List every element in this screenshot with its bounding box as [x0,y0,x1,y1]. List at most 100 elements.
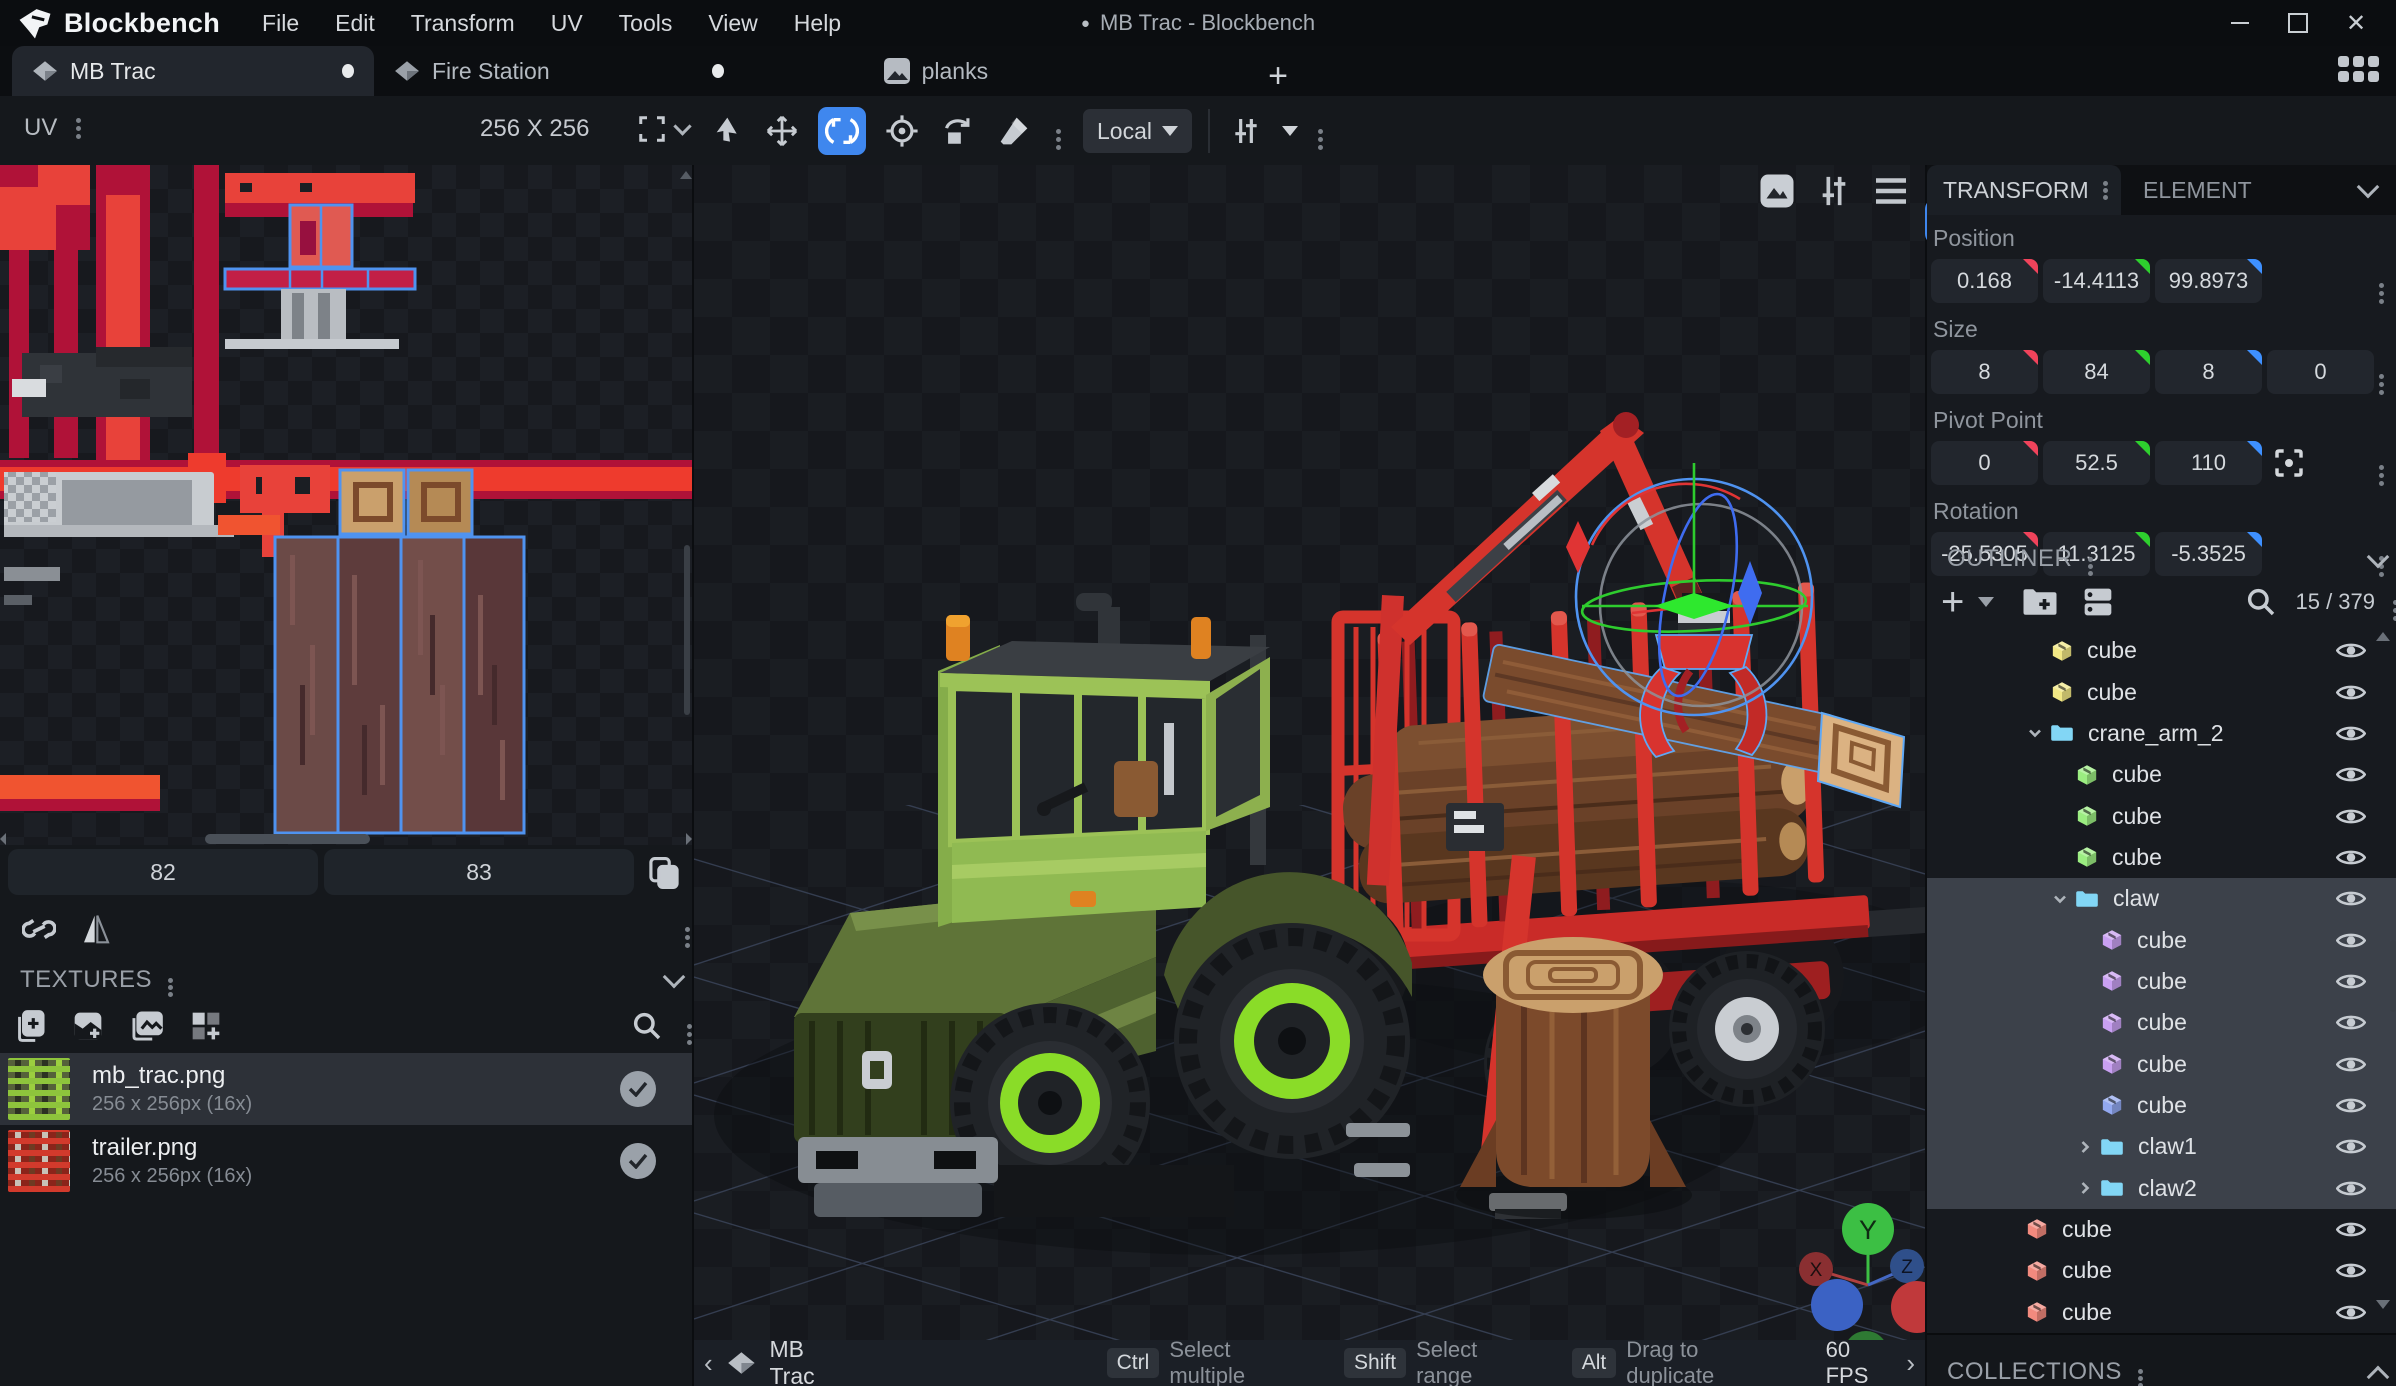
menu-item[interactable]: View [692,4,773,43]
frame-dropdown-chevron-icon[interactable] [673,117,691,135]
collections-kebab-icon[interactable] [2138,1369,2143,1374]
menu-item[interactable]: File [246,4,315,43]
outliner-row[interactable]: cube [1927,919,2396,960]
outliner-search-icon[interactable] [2245,586,2277,618]
expand-chevron-icon[interactable] [2076,1138,2100,1156]
visibility-eye-icon[interactable] [2336,806,2366,827]
vertex-snap-tool-icon[interactable] [994,111,1034,151]
outliner-row[interactable]: cube [1927,1292,2396,1333]
import-images-icon[interactable] [130,1010,164,1042]
copy-icon[interactable] [648,856,680,890]
outliner-row[interactable]: crane_arm_2 [1927,713,2396,754]
visibility-eye-icon[interactable] [2336,930,2366,951]
visibility-eye-icon[interactable] [2336,723,2366,744]
tab-planks[interactable]: planks [864,46,1008,96]
visibility-eye-icon[interactable] [2336,847,2366,868]
pivot-input[interactable]: 0 [1931,441,2038,485]
visibility-eye-icon[interactable] [2336,1219,2366,1240]
outliner-row[interactable]: cube [1927,630,2396,671]
position-input[interactable]: 0.168 [1931,259,2038,303]
mirror-uv-icon[interactable] [82,913,110,945]
visibility-eye-icon[interactable] [2336,971,2366,992]
visibility-eye-icon[interactable] [2336,1054,2366,1075]
size-input[interactable]: 8 [1931,350,2038,394]
transform-space-select[interactable]: Local [1083,109,1192,153]
expand-chevron-icon[interactable] [2076,1179,2100,1197]
apps-grid-icon[interactable] [2338,56,2382,90]
uv-menu-kebab-icon[interactable] [76,118,81,123]
viewport-3d[interactable]: X Z Y [694,165,1925,1340]
textures-toolbar-kebab-icon[interactable] [687,1024,692,1029]
close-button[interactable]: ✕ [2334,4,2378,42]
expand-chevron-icon[interactable] [2051,890,2075,908]
background-image-icon[interactable] [1759,173,1795,209]
uv-options-kebab-icon[interactable] [685,927,690,932]
add-dropdown-icon[interactable] [1978,597,1994,607]
add-cube-icon[interactable]: + [1941,587,1964,617]
maximize-button[interactable] [2276,4,2320,42]
group-kebab-icon[interactable] [2379,283,2384,288]
expand-chevron-icon[interactable] [2026,724,2050,742]
visibility-eye-icon[interactable] [2336,682,2366,703]
add-group-icon[interactable] [2022,587,2058,617]
visibility-eye-icon[interactable] [2336,1260,2366,1281]
tab-transform[interactable]: TRANSFORM [1927,165,2121,215]
transform-kebab-icon[interactable] [2103,181,2108,186]
outliner-row[interactable]: cube [1927,1085,2396,1126]
texture-enabled-check-icon[interactable] [620,1143,656,1179]
minimize-button[interactable] [2218,4,2262,42]
outliner-row[interactable]: cube [1927,961,2396,1002]
menu-item[interactable]: Edit [319,4,391,43]
pivot-input[interactable]: 52.5 [2043,441,2150,485]
texture-row[interactable]: mb_trac.png 256 x 256px (16x) [0,1053,692,1125]
collections-expand-chevron-icon[interactable] [2367,1365,2390,1386]
visibility-eye-icon[interactable] [2336,1302,2366,1323]
position-input[interactable]: -14.4113 [2043,259,2150,303]
textures-collapse-chevron-icon[interactable] [663,966,686,989]
outliner-row[interactable]: cube [1927,1250,2396,1291]
group-kebab-icon[interactable] [2379,374,2384,379]
visibility-eye-icon[interactable] [2336,1178,2366,1199]
uv-y-input[interactable]: 83 [324,849,634,895]
outliner-collapse-chevron-icon[interactable] [2367,546,2390,569]
search-icon[interactable] [631,1010,663,1042]
outliner-row[interactable]: cube [1927,1002,2396,1043]
outliner-row[interactable]: claw1 [1927,1126,2396,1167]
frame-view-icon[interactable] [632,109,672,149]
uv-editor-canvas[interactable] [0,165,692,845]
visibility-eye-icon[interactable] [2336,1012,2366,1033]
texture-row[interactable]: trailer.png 256 x 256px (16x) [0,1125,692,1197]
visibility-eye-icon[interactable] [2336,1136,2366,1157]
tab-mb-trac[interactable]: MB Trac [12,46,374,96]
menu-item[interactable]: Help [778,4,857,43]
outliner-scrollbar[interactable] [2390,940,2396,1012]
link-uv-icon[interactable] [22,914,56,944]
outliner-row[interactable]: cube [1927,795,2396,836]
outliner-row[interactable]: cube [1927,1209,2396,1250]
outliner-row[interactable]: cube [1927,837,2396,878]
visibility-eye-icon[interactable] [2336,888,2366,909]
pivot-input[interactable]: 110 [2155,441,2262,485]
flip-tool-icon[interactable] [938,111,978,151]
texture-group-icon[interactable] [190,1010,222,1042]
size-input[interactable]: 8 [2155,350,2262,394]
menu-item[interactable]: Tools [603,4,689,43]
toolbar-kebab-icon[interactable] [1318,129,1323,134]
import-texture-icon[interactable] [72,1010,104,1042]
sliders-dropdown-icon[interactable] [1282,126,1298,136]
texture-enabled-check-icon[interactable] [620,1071,656,1107]
next-view-chevron-icon[interactable]: › [1896,1348,1925,1379]
outliner-row[interactable]: claw [1927,878,2396,919]
viewport-menu-icon[interactable] [1873,176,1909,206]
outliner-row[interactable]: cube [1927,754,2396,795]
outliner-row[interactable]: claw2 [1927,1167,2396,1208]
size-input[interactable]: 84 [2043,350,2150,394]
move-tool-icon[interactable] [762,111,802,151]
prev-view-chevron-icon[interactable]: ‹ [694,1348,723,1379]
outliner-row[interactable]: cube [1927,671,2396,712]
tools-kebab-icon[interactable] [1056,129,1061,134]
create-texture-icon[interactable] [14,1009,46,1043]
size-input[interactable]: 0 [2267,350,2374,394]
pivot-tool-icon[interactable] [882,111,922,151]
viewport-sliders-icon[interactable] [1817,174,1851,208]
